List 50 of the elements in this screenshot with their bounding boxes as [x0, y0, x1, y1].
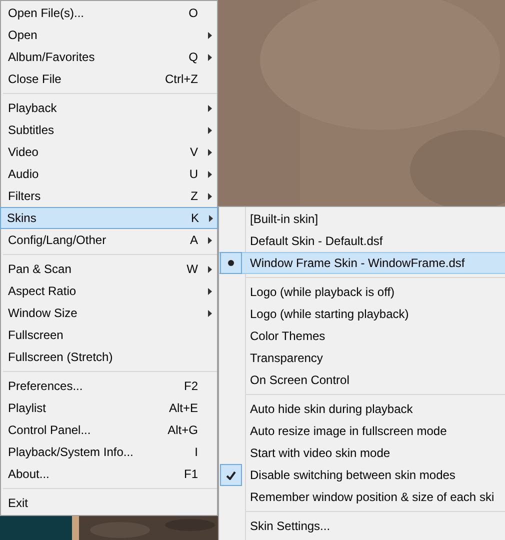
menu-item[interactable]: Video V [1, 141, 217, 163]
shortcut-label: I [194, 444, 198, 461]
menu-item[interactable]: Auto resize image in fullscreen mode [219, 420, 505, 442]
menu-item[interactable]: Logo (while playback is off) [219, 281, 505, 303]
menu-item[interactable]: Preferences... F2 [1, 375, 217, 397]
shortcut-label: F2 [184, 378, 198, 395]
menu-item[interactable]: About... F1 [1, 463, 217, 485]
shortcut-label: Alt+E [168, 400, 198, 417]
menu-item[interactable]: Config/Lang/Other A [1, 229, 217, 251]
menu-item[interactable]: Fullscreen [1, 324, 217, 346]
menu-item[interactable]: Skin Settings... [219, 515, 505, 537]
menu-item[interactable]: Close File Ctrl+Z [1, 68, 217, 90]
shortcut-label: Z [190, 188, 198, 205]
menu-item[interactable]: On Screen Control [219, 369, 505, 391]
menu-item[interactable]: Playlist Alt+E [1, 397, 217, 419]
menu-item[interactable]: Pan & Scan W [1, 258, 217, 280]
menu-item[interactable]: Remember window position & size of each ski [219, 486, 505, 508]
menu-item[interactable]: Logo (while starting playback) [219, 303, 505, 325]
menu-item[interactable]: Window Frame Skin - WindowFrame.dsf [219, 252, 505, 274]
menu-item[interactable]: Control Panel... Alt+G [1, 419, 217, 441]
menu-item[interactable]: Default Skin - Default.dsf [219, 230, 505, 252]
shortcut-label: A [190, 232, 198, 249]
menu-item[interactable]: Color Themes [219, 325, 505, 347]
shortcut-label: W [186, 261, 198, 278]
shortcut-label: O [188, 5, 198, 22]
shortcut-label: U [189, 166, 198, 183]
menu-item[interactable]: Audio U [1, 163, 217, 185]
shortcut-label: Alt+G [168, 422, 198, 439]
menu-item[interactable]: Filters Z [1, 185, 217, 207]
menu-item[interactable]: Auto hide skin during playback [219, 398, 505, 420]
shortcut-label: F1 [184, 466, 198, 483]
menu-item[interactable]: Open File(s)... O [1, 2, 217, 24]
menu-item[interactable]: Skins K [0, 207, 218, 229]
shortcut-label: Q [188, 49, 198, 66]
menu-item[interactable]: Aspect Ratio [1, 280, 217, 302]
menu-item[interactable]: Album/Favorites Q [1, 46, 217, 68]
menu-item[interactable]: Disable switching between skin modes [219, 464, 505, 486]
menu-item[interactable]: Transparency [219, 347, 505, 369]
menu-item[interactable]: Fullscreen (Stretch) [1, 346, 217, 368]
menu-item[interactable]: Exit [1, 492, 217, 514]
shortcut-label: K [190, 210, 199, 227]
menu-item[interactable]: Start with video skin mode [219, 442, 505, 464]
menu-item[interactable]: Window Size [1, 302, 217, 324]
menu-item[interactable]: Playback [1, 97, 217, 119]
menu-item[interactable]: Subtitles [1, 119, 217, 141]
menu-item[interactable]: [Built-in skin] [219, 208, 505, 230]
shortcut-label: Ctrl+Z [165, 71, 198, 88]
menu-item[interactable]: Open [1, 24, 217, 46]
menu-item[interactable]: Playback/System Info... I [1, 441, 217, 463]
shortcut-label: V [190, 144, 198, 161]
